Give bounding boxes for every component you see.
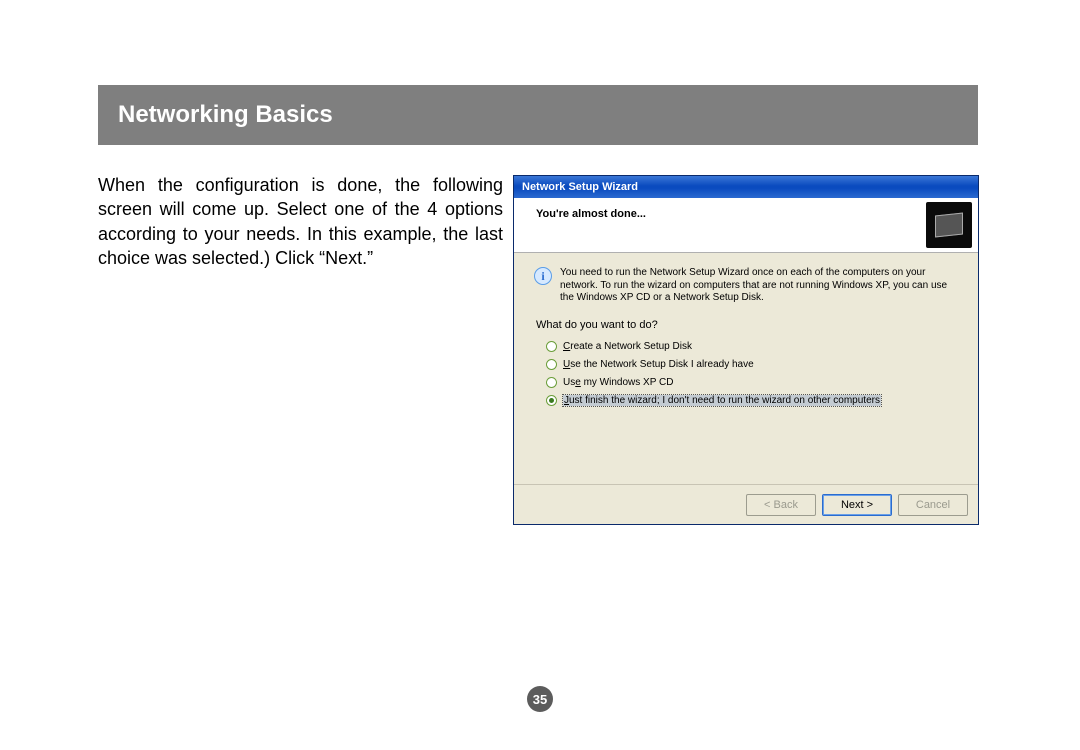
radio-label: Just finish the wizard; I don't need to … <box>563 395 881 406</box>
radio-label: Create a Network Setup Disk <box>563 341 692 352</box>
network-setup-wizard-window: Network Setup Wizard You're almost done.… <box>513 175 979 525</box>
radio-option-just-finish[interactable]: Just finish the wizard; I don't need to … <box>546 395 958 406</box>
wizard-header: You're almost done... <box>514 198 978 253</box>
radio-option-create-disk[interactable]: Create a Network Setup Disk <box>546 341 958 352</box>
radio-option-use-xp-cd[interactable]: Use my Windows XP CD <box>546 377 958 388</box>
wizard-header-title: You're almost done... <box>536 208 966 220</box>
wizard-body: i You need to run the Network Setup Wiza… <box>514 253 978 485</box>
radio-icon <box>546 377 557 388</box>
info-row: i You need to run the Network Setup Wiza… <box>534 267 958 305</box>
prompt-text: What do you want to do? <box>536 319 958 331</box>
wizard-footer: < Back Next > Cancel <box>514 484 978 524</box>
info-icon: i <box>534 267 552 285</box>
radio-icon <box>546 341 557 352</box>
next-button[interactable]: Next > <box>822 494 892 516</box>
back-button[interactable]: < Back <box>746 494 816 516</box>
instruction-paragraph: When the configuration is done, the foll… <box>98 173 503 270</box>
info-text: You need to run the Network Setup Wizard… <box>560 267 958 305</box>
radio-label: Use my Windows XP CD <box>563 377 673 388</box>
page-number-badge: 35 <box>527 686 553 712</box>
section-header-bar: Networking Basics <box>98 85 978 145</box>
radio-label: Use the Network Setup Disk I already hav… <box>563 359 754 370</box>
radio-icon <box>546 395 557 406</box>
radio-icon <box>546 359 557 370</box>
radio-list: Create a Network Setup Disk Use the Netw… <box>546 341 958 406</box>
wizard-titlebar: Network Setup Wizard <box>514 176 978 198</box>
radio-option-use-existing-disk[interactable]: Use the Network Setup Disk I already hav… <box>546 359 958 370</box>
section-title: Networking Basics <box>118 101 333 129</box>
cancel-button[interactable]: Cancel <box>898 494 968 516</box>
disk-icon <box>926 202 972 248</box>
wizard-window-title: Network Setup Wizard <box>522 181 638 193</box>
